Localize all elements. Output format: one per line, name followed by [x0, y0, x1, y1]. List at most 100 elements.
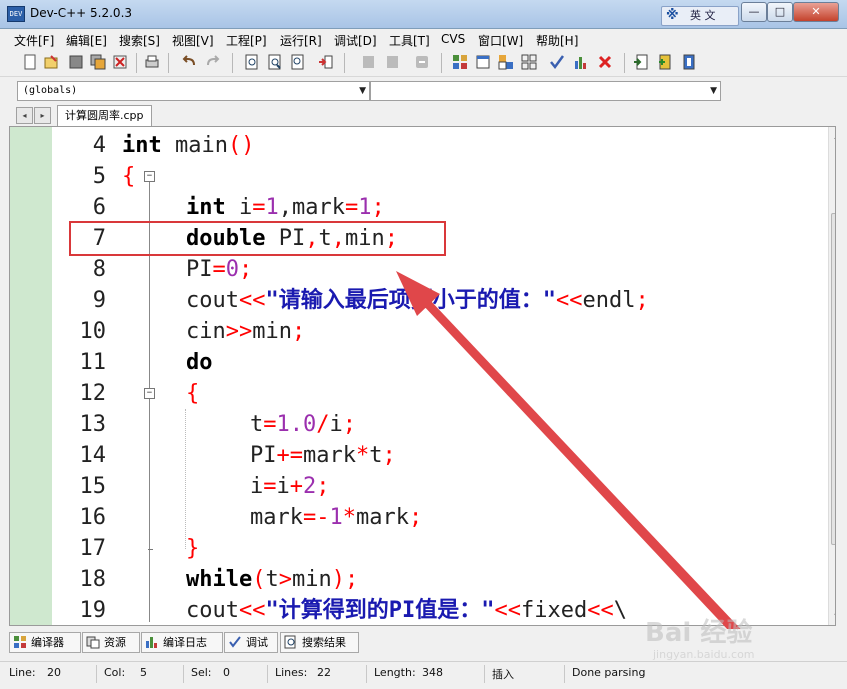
indent-guide — [185, 409, 186, 549]
undo-icon[interactable] — [180, 53, 198, 71]
code-editor[interactable]: 4 5 6 7 8 9 10 11 12 13 14 15 16 17 18 1… — [9, 126, 836, 626]
ime-indicator[interactable]: ※ 英 文 — [661, 6, 739, 26]
code-line: while(t>min); — [186, 567, 359, 592]
menu-view[interactable]: 视图[V] — [172, 32, 214, 49]
new-project-icon[interactable] — [632, 53, 650, 71]
save-all-icon[interactable] — [89, 53, 107, 71]
line-number: 18 — [79, 567, 107, 592]
toggle-comment-icon[interactable] — [413, 53, 431, 71]
menu-run[interactable]: 运行[R] — [280, 32, 322, 49]
indent-icon[interactable] — [359, 53, 377, 71]
print-icon[interactable] — [143, 53, 161, 71]
tab-debug[interactable]: 调试 — [224, 632, 278, 653]
chevron-down-icon: ▼ — [710, 86, 717, 96]
syntax-check-icon[interactable] — [548, 53, 566, 71]
find-replace-icon[interactable] — [266, 53, 284, 71]
open-file-icon[interactable] — [42, 53, 60, 71]
breakpoint-gutter[interactable] — [10, 127, 52, 625]
code-line: { — [186, 381, 200, 406]
menu-edit[interactable]: 编辑[E] — [66, 32, 107, 49]
line-number: 12 — [79, 381, 107, 406]
code-line: { — [122, 164, 136, 189]
line-number: 17 — [79, 536, 107, 561]
code-line: i=i+2; — [250, 474, 330, 499]
code-line: cout<<"请输入最后项要小于的值："<<endl; — [186, 288, 649, 313]
dev-cpp-window: DEV Dev-C++ 5.2.0.3 ※ 英 文 — □ ✕ 文件[F] 编辑… — [0, 0, 847, 689]
code-line: mark=-1*mark; — [250, 505, 423, 530]
add-file-icon[interactable] — [655, 53, 673, 71]
window-title: Dev-C++ 5.2.0.3 — [30, 6, 133, 20]
status-message: Done parsing — [572, 666, 646, 679]
line-number: 9 — [92, 288, 106, 313]
vertical-scrollbar[interactable]: ▲ ▼ — [828, 127, 835, 625]
tab-scroll-left-button[interactable]: ◂ — [16, 107, 33, 124]
close-file-icon[interactable] — [111, 53, 129, 71]
code-line: PI+=mark*t; — [250, 443, 396, 468]
code-line: int main() — [122, 133, 255, 158]
code-line: cout<<"计算得到的PI值是："<<fixed<<\ — [186, 598, 627, 623]
status-insert-mode: 插入 — [492, 668, 514, 681]
line-number: 13 — [79, 412, 107, 437]
stop-icon[interactable] — [596, 53, 614, 71]
maximize-button[interactable]: □ — [767, 2, 793, 22]
scope-select-value: (globals) — [23, 85, 78, 96]
status-line-value: 20 — [47, 666, 61, 679]
scrollbar-thumb[interactable] — [831, 213, 835, 545]
remove-file-icon[interactable] — [679, 53, 697, 71]
menu-project[interactable]: 工程[P] — [226, 32, 267, 49]
rebuild-icon[interactable] — [520, 53, 538, 71]
tab-scroll-right-button[interactable]: ▸ — [34, 107, 51, 124]
scroll-up-icon[interactable]: ▲ — [829, 127, 835, 144]
menu-tools[interactable]: 工具[T] — [389, 32, 430, 49]
menu-search[interactable]: 搜索[S] — [119, 32, 160, 49]
scope-selectors: (globals) ▼ ▼ — [0, 79, 847, 103]
goto-line-icon[interactable] — [317, 53, 335, 71]
close-button[interactable]: ✕ — [793, 2, 839, 22]
save-icon[interactable] — [67, 53, 85, 71]
resources-icon — [86, 635, 100, 649]
status-sel-value: 0 — [223, 666, 230, 679]
tab-compiler[interactable]: 编译器 — [9, 632, 81, 653]
menu-file[interactable]: 文件[F] — [14, 32, 54, 49]
status-length-value: 348 — [422, 666, 443, 679]
menu-debug[interactable]: 调试[D] — [334, 32, 377, 49]
compiler-icon — [13, 635, 27, 649]
scroll-down-icon[interactable]: ▼ — [829, 608, 835, 625]
ime-label: 英 文 — [690, 9, 716, 22]
unindent-icon[interactable] — [383, 53, 401, 71]
find-next-icon[interactable] — [289, 53, 307, 71]
line-number: 11 — [79, 350, 107, 375]
minimize-button[interactable]: — — [741, 2, 767, 22]
redo-icon[interactable] — [204, 53, 222, 71]
compile-run-icon[interactable] — [497, 53, 515, 71]
line-number: 8 — [92, 257, 106, 282]
line-number-column: 4 5 6 7 8 9 10 11 12 13 14 15 16 17 18 1… — [52, 127, 155, 625]
search-results-icon — [284, 635, 298, 649]
chevron-down-icon: ▼ — [359, 86, 366, 96]
compile-icon[interactable] — [451, 53, 469, 71]
tab-resources[interactable]: 资源 — [82, 632, 140, 653]
menu-help[interactable]: 帮助[H] — [536, 32, 578, 49]
compile-log-icon — [145, 635, 159, 649]
tab-search-results[interactable]: 搜索结果 — [280, 632, 359, 653]
menu-bar: 文件[F] 编辑[E] 搜索[S] 视图[V] 工程[P] 运行[R] 调试[D… — [0, 29, 847, 49]
menu-cvs[interactable]: CVS — [441, 32, 465, 46]
watermark-url: jingyan.baidu.com — [653, 648, 755, 661]
ime-icon: ※ — [666, 8, 679, 23]
watermark-logo: Bai 经验 — [645, 618, 753, 648]
line-number: 16 — [79, 505, 107, 530]
profile-icon[interactable] — [572, 53, 590, 71]
member-select[interactable]: ▼ — [370, 81, 721, 101]
line-number: 15 — [79, 474, 107, 499]
code-area[interactable]: int main() { int i=1,mark=1; double PI,t… — [122, 127, 822, 625]
tab-active-file[interactable]: 计算圆周率.cpp — [57, 105, 152, 126]
line-number: 6 — [92, 195, 106, 220]
menu-window[interactable]: 窗口[W] — [478, 32, 523, 49]
run-icon[interactable] — [474, 53, 492, 71]
find-icon[interactable] — [243, 53, 261, 71]
scope-select[interactable]: (globals) ▼ — [17, 81, 370, 101]
line-number: 5 — [92, 164, 106, 189]
tab-compile-log[interactable]: 编译日志 — [141, 632, 223, 653]
new-file-icon[interactable] — [21, 53, 39, 71]
line-number: 4 — [92, 133, 106, 158]
